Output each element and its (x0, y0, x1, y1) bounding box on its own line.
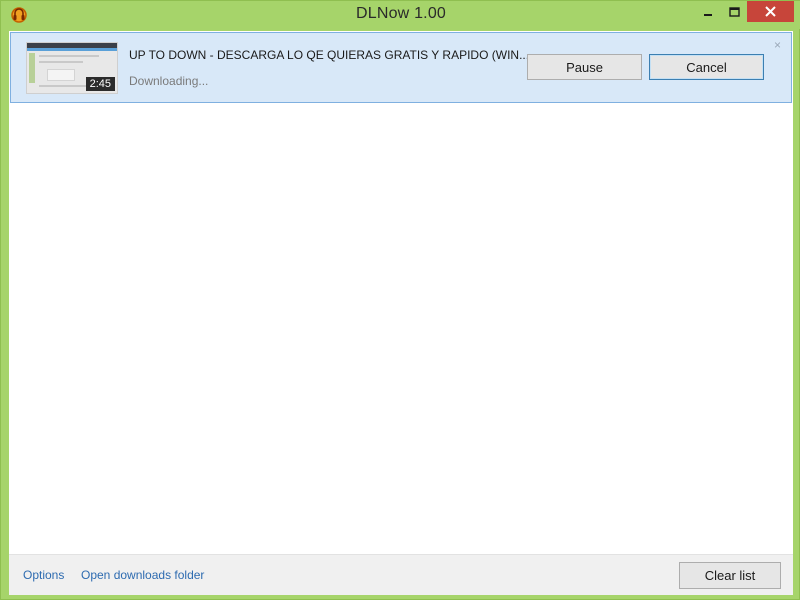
download-item[interactable]: 2:45 UP TO DOWN - DESCARGA LO QE QUIERAS… (10, 32, 792, 103)
footer-bar: Options Open downloads folder Clear list (9, 554, 793, 595)
close-button[interactable] (747, 1, 794, 22)
video-duration: 2:45 (85, 77, 115, 91)
download-title: UP TO DOWN - DESCARGA LO QE QUIERAS GRAT… (129, 48, 530, 62)
open-downloads-folder-link[interactable]: Open downloads folder (81, 568, 204, 582)
title-bar[interactable]: DLNow 1.00 (1, 1, 800, 29)
dismiss-item-icon[interactable]: × (774, 38, 781, 52)
close-icon (765, 6, 776, 17)
cancel-button[interactable]: Cancel (649, 54, 764, 80)
downloads-panel: 2:45 UP TO DOWN - DESCARGA LO QE QUIERAS… (9, 31, 793, 595)
options-link[interactable]: Options (23, 568, 64, 582)
maximize-button[interactable] (721, 1, 747, 22)
window-title: DLNow 1.00 (355, 5, 447, 22)
minimize-icon (704, 13, 712, 16)
download-status: Downloading... (129, 74, 209, 88)
pause-button[interactable]: Pause (527, 54, 642, 80)
video-thumbnail: 2:45 (26, 42, 118, 94)
clear-list-button[interactable]: Clear list (679, 562, 781, 589)
app-window: DLNow 1.00 2:45 UP TO DOWN - DESCARGA LO… (0, 0, 800, 600)
maximize-icon (728, 6, 740, 17)
minimize-button[interactable] (695, 1, 721, 22)
